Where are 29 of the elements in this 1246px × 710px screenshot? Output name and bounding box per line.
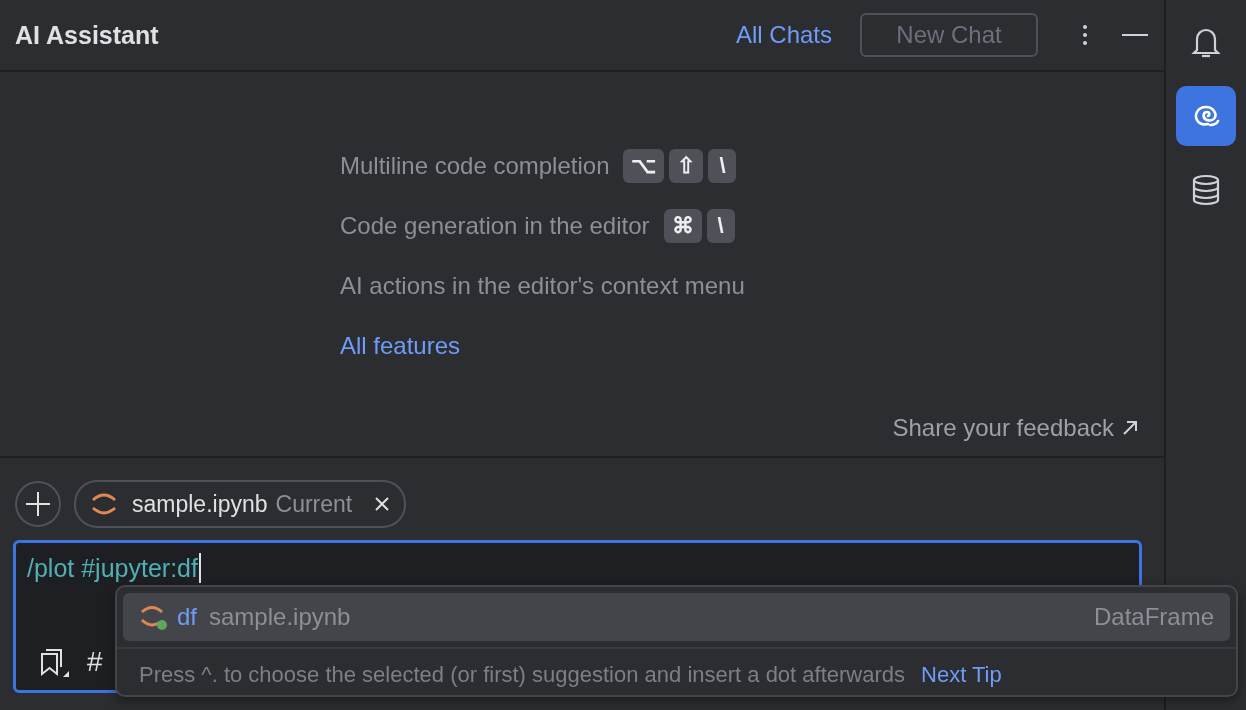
ai-assistant-button[interactable] <box>1176 86 1236 146</box>
feedback-link[interactable]: Share your feedback <box>892 414 1114 442</box>
minimize-icon[interactable] <box>1122 33 1148 37</box>
bookmarks-icon[interactable] <box>39 647 69 677</box>
feature-text: Code generation in the editor <box>340 212 650 240</box>
add-context-button[interactable] <box>15 481 61 527</box>
hash-button[interactable]: # <box>87 646 103 678</box>
chip-tag: Current <box>275 490 353 518</box>
feature-text: AI actions in the editor's context menu <box>340 272 745 300</box>
suggestion-item[interactable]: df sample.ipynb DataFrame <box>123 593 1230 641</box>
notebook-icon <box>90 492 118 516</box>
notebook-variable-icon <box>139 603 169 631</box>
hint-text: Press ^. to choose the selected (or first) suggestion and insert a dot afterwards <box>139 662 906 688</box>
key-cap: ⌥ <box>623 149 665 183</box>
close-icon[interactable] <box>374 496 391 512</box>
all-features-link[interactable]: All features <box>340 316 461 376</box>
key-cap: \ <box>706 209 735 243</box>
external-arrow-icon <box>1122 420 1138 436</box>
feature-text: Multiline code completion <box>340 152 610 180</box>
more-icon[interactable] <box>1082 23 1088 47</box>
context-chip[interactable]: sample.ipynb Current <box>74 480 407 528</box>
next-tip-link[interactable]: Next Tip <box>921 662 1002 688</box>
panel-title: AI Assistant <box>15 20 159 50</box>
chip-file-name: sample.ipynb <box>132 490 268 518</box>
key-cap: ⇧ <box>669 149 704 183</box>
key-cap: \ <box>708 149 737 183</box>
plus-icon <box>25 491 51 517</box>
key-cap: ⌘ <box>663 209 702 243</box>
all-chats-link[interactable]: All Chats <box>735 21 832 49</box>
